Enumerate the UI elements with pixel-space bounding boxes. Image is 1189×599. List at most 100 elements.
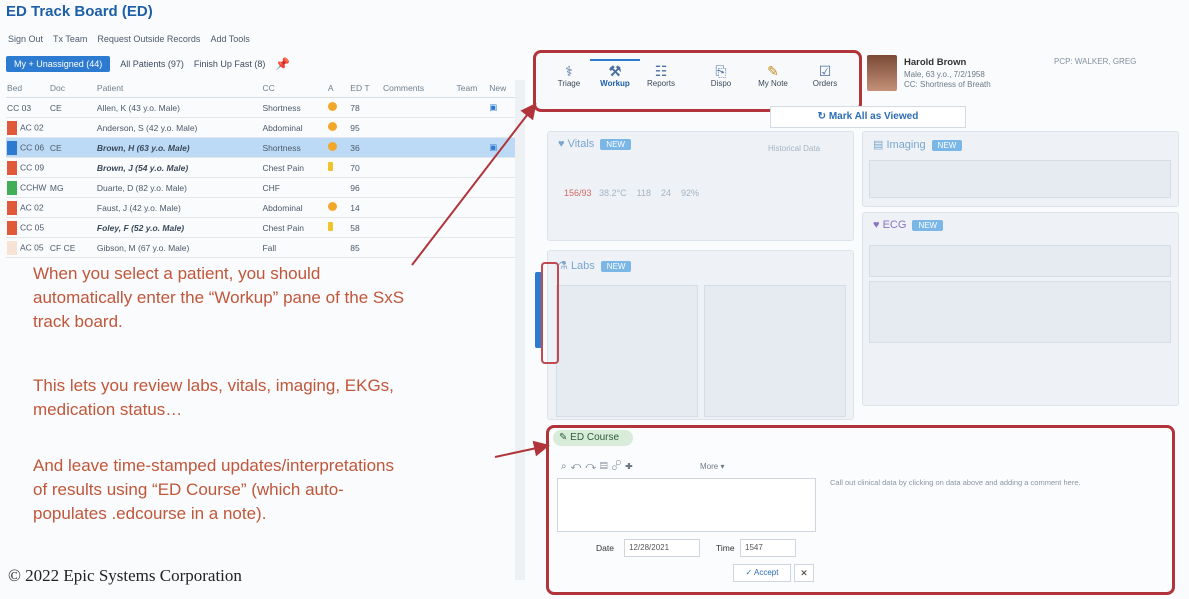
acuity-icon: [327, 222, 333, 231]
new-results-icon[interactable]: ▣: [489, 142, 497, 152]
comments-cell: [381, 217, 456, 238]
col-cc[interactable]: CC: [261, 78, 327, 98]
redo-icon[interactable]: ↷: [585, 461, 600, 472]
pin-icon[interactable]: 📌: [275, 57, 290, 71]
reports-icon: ☷: [654, 63, 668, 79]
close-icon: ✕: [800, 568, 808, 578]
comments-cell: [381, 177, 456, 198]
patient-cell: Duarte, D (82 y.o. Male): [95, 177, 262, 198]
mark-all-viewed-button[interactable]: ↻ Mark All as Viewed: [770, 106, 966, 128]
more-menu[interactable]: More ▾: [700, 462, 724, 471]
date-field[interactable]: 12/28/2021: [624, 539, 700, 557]
dispo-icon: ⎘: [715, 63, 727, 79]
col-doc[interactable]: Doc: [48, 78, 96, 98]
status-flag: [7, 120, 17, 135]
historical-data-link[interactable]: Historical Data: [768, 144, 820, 153]
orders-icon: ☑: [818, 63, 832, 79]
col-bed[interactable]: Bed: [6, 78, 49, 98]
tab-orders[interactable]: ☑ Orders: [800, 63, 850, 88]
request-records-button[interactable]: Request Outside Records: [97, 34, 200, 44]
sign-out-button[interactable]: Sign Out: [8, 34, 43, 44]
ed-course-tab[interactable]: ✎ ED Course: [553, 430, 634, 446]
ed-time-cell: 95: [349, 117, 382, 138]
bed-cell: AC 05: [6, 237, 49, 258]
comments-cell: [381, 137, 456, 158]
time-field[interactable]: 1547: [740, 539, 796, 557]
comments-cell: [381, 97, 456, 118]
comments-cell: [381, 197, 456, 218]
ecg-result[interactable]: [869, 245, 1171, 277]
cc-cell: Fall: [261, 237, 327, 258]
lab-panel-right[interactable]: [704, 285, 846, 417]
tab-workup[interactable]: ⚒ Workup: [590, 59, 640, 88]
window-title: ED Track Board (ED): [6, 3, 153, 20]
tx-team-button[interactable]: Tx Team: [53, 34, 87, 44]
refresh-icon: ↻: [817, 111, 827, 122]
filter-all-patients[interactable]: All Patients (97): [120, 59, 184, 69]
cc-cell: Abdominal: [261, 197, 327, 218]
doc-cell: [48, 217, 96, 238]
ecg-card: ♥ ECG NEW: [862, 212, 1179, 406]
note-paragraph-3: And leave time-stamped updates/interpret…: [33, 456, 394, 523]
lab-panel-left[interactable]: [556, 285, 698, 417]
acuity-cell: [326, 157, 350, 178]
table-row[interactable]: CCHW MG Duarte, D (82 y.o. Male) CHF 96: [6, 177, 521, 198]
add-tools-button[interactable]: Add Tools: [210, 34, 249, 44]
note-icon: ✎: [559, 432, 568, 443]
tab-dispo[interactable]: ⎘ Dispo: [696, 63, 746, 88]
patient-name[interactable]: Harold Brown: [904, 57, 966, 68]
top-toolbar: Sign Out Tx Team Request Outside Records…: [0, 30, 538, 48]
link-icon[interactable]: ☍: [612, 461, 625, 472]
acuity-icon: [327, 202, 337, 211]
table-scrollbar[interactable]: [515, 80, 525, 580]
col-acuity[interactable]: A: [326, 78, 350, 98]
ed-course-textarea[interactable]: [557, 478, 816, 532]
copyright: © 2022 Epic Systems Corporation: [8, 566, 242, 585]
comments-cell: [381, 237, 456, 258]
patient-table: Bed Doc Patient CC A ED T Comments Team …: [6, 78, 521, 258]
table-row[interactable]: AC 05 CF CE Gibson, M (67 y.o. Male) Fall 85: [6, 237, 521, 258]
imaging-result[interactable]: [869, 160, 1171, 198]
table-row[interactable]: CC 09 Brown, J (54 y.o. Male) Chest Pain 70: [6, 157, 521, 178]
status-flag: [7, 180, 17, 195]
triage-icon: ⚕: [565, 63, 573, 79]
comments-cell: [381, 117, 456, 138]
tab-my-note[interactable]: ✎ My Note: [748, 63, 798, 88]
insert-icon[interactable]: ▤: [600, 461, 612, 472]
bed-cell: CC 06: [6, 137, 49, 158]
patient-pcp: PCP: WALKER, GREG: [1054, 57, 1137, 66]
tab-reports[interactable]: ☷ Reports: [636, 63, 686, 88]
ed-time-cell: 14: [349, 197, 382, 218]
acuity-cell: [326, 237, 350, 258]
add-icon[interactable]: ✚: [625, 461, 637, 472]
new-results-icon[interactable]: ▣: [489, 102, 497, 112]
table-row[interactable]: CC 06 CE Brown, H (63 y.o. Male) Shortness 3…: [6, 137, 521, 158]
table-row[interactable]: AC 02 Faust, J (42 y.o. Male) Abdominal 14: [6, 197, 521, 218]
cc-cell: Chest Pain: [261, 157, 327, 178]
filter-mine-unassigned[interactable]: My + Unassigned (44): [6, 56, 111, 72]
cancel-button[interactable]: ✕: [794, 564, 814, 582]
ecg-result-list[interactable]: [869, 281, 1171, 343]
col-ed-time[interactable]: ED T: [349, 78, 382, 98]
accept-button[interactable]: ✓ Accept: [733, 564, 791, 582]
table-row[interactable]: CC 05 Foley, F (52 y.o. Male) Chest Pain 58: [6, 217, 521, 238]
doc-cell: CE: [48, 137, 96, 158]
filter-finish-up-fast[interactable]: Finish Up Fast (8): [194, 59, 266, 69]
table-row[interactable]: CC 03 CE Allen, K (43 y.o. Male) Shortness 7…: [6, 97, 521, 118]
labs-icon: ⚗: [558, 260, 568, 272]
search-icon[interactable]: ⌕: [561, 461, 571, 472]
patient-cell: Anderson, S (42 y.o. Male): [95, 117, 262, 138]
patient-cell: Allen, K (43 y.o. Male): [95, 97, 262, 118]
activity-tabs: ⚕ Triage ⚒ Workup ☷ Reports ⎘ Dispo ✎ My Note…: [533, 50, 862, 112]
acuity-cell: [326, 97, 350, 118]
ecg-icon: ♥: [873, 219, 880, 231]
workup-icon: ⚒: [608, 63, 622, 79]
team-cell: [455, 217, 489, 238]
bed-cell: AC 02: [6, 117, 49, 138]
col-comments[interactable]: Comments: [381, 78, 456, 98]
tab-triage[interactable]: ⚕ Triage: [544, 63, 594, 88]
col-patient[interactable]: Patient: [95, 78, 262, 98]
undo-icon[interactable]: ↶: [571, 461, 586, 472]
table-row[interactable]: AC 02 Anderson, S (42 y.o. Male) Abdominal…: [6, 117, 521, 138]
col-team[interactable]: Team: [455, 78, 489, 98]
